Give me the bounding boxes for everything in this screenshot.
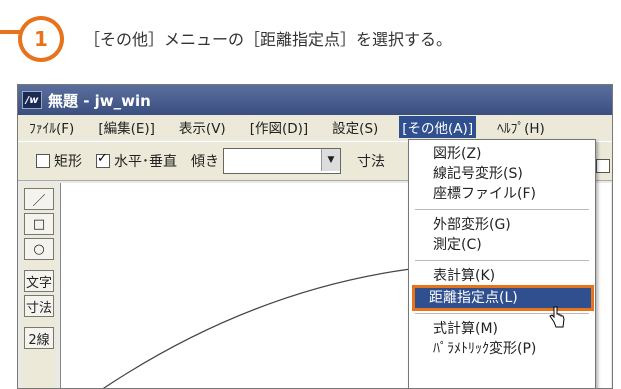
menu-file[interactable]: ﾌｧｲﾙ(F) [26,116,77,138]
rectangle-tool-button[interactable]: □ [24,213,54,235]
step-number-badge: 1 [18,16,64,62]
menu-view[interactable]: 表示(V) [176,116,229,138]
menu-edit[interactable]: [編集(E)] [95,116,158,138]
line-tool-button[interactable]: ／ [24,188,54,210]
step-number: 1 [22,20,60,58]
menu-separator [415,209,589,210]
tool-palette: ／ □ ○ 文字 寸法 2線 [22,185,56,388]
step-instruction: ［その他］メニューの［距離指定点］を選択する。 [84,30,453,49]
menu-item-parametric-transform[interactable]: ﾊﾟﾗﾒﾄﾘｯｸ変形(P) [409,339,595,359]
menu-item-formula[interactable]: 式計算(M) [409,319,595,339]
window-title: 無題 - jw_win [48,91,151,110]
dimension-tool-button[interactable]: 寸法 [24,295,54,317]
rect-label: 矩形 [54,154,82,170]
chevron-down-icon[interactable]: ▼ [321,149,340,171]
menu-item-line-symbol-transform[interactable]: 線記号変形(S) [409,164,595,184]
title-bar: /w 無題 - jw_win [18,85,612,115]
menu-item-coordinate-file[interactable]: 座標ファイル(F) [409,184,595,204]
menu-item-external-transform[interactable]: 外部変形(G) [409,215,595,235]
menu-separator [415,260,589,261]
slope-label: 傾き [191,154,219,170]
app-window: /w 無題 - jw_win ﾌｧｲﾙ(F) [編集(E)] 表示(V) [作図… [17,84,613,389]
menu-item-shapes[interactable]: 図形(Z) [409,144,595,164]
dim-label: 寸法 [357,154,385,170]
menu-other[interactable]: [その他(A)] [399,116,477,138]
toolbar-right-checkbox[interactable] [596,159,610,173]
double-line-tool-button[interactable]: 2線 [24,327,54,349]
menu-item-spreadsheet[interactable]: 表計算(K) [409,266,595,286]
menu-help[interactable]: ﾍﾙﾌﾟ(H) [494,116,548,138]
app-icon: /w [22,91,42,109]
circle-tool-button[interactable]: ○ [24,238,54,260]
slope-combobox[interactable]: ▼ [223,148,341,174]
hv-checkbox[interactable] [96,151,110,168]
menu-bar: ﾌｧｲﾙ(F) [編集(E)] 表示(V) [作図(D)] 設定(S) [その他… [18,115,612,139]
hand-cursor-icon [549,306,565,328]
text-tool-button[interactable]: 文字 [24,270,54,292]
menu-item-distance-point[interactable]: 距離指定点(L) [412,285,594,311]
hv-label: 水平･垂直 [114,154,177,170]
menu-draw[interactable]: [作図(D)] [247,116,311,138]
other-menu-dropdown: 図形(Z) 線記号変形(S) 座標ファイル(F) 外部変形(G) 測定(C) 表… [408,139,596,388]
menu-settings[interactable]: 設定(S) [329,116,381,138]
rect-checkbox[interactable] [36,154,50,168]
menu-item-measure[interactable]: 測定(C) [409,235,595,255]
